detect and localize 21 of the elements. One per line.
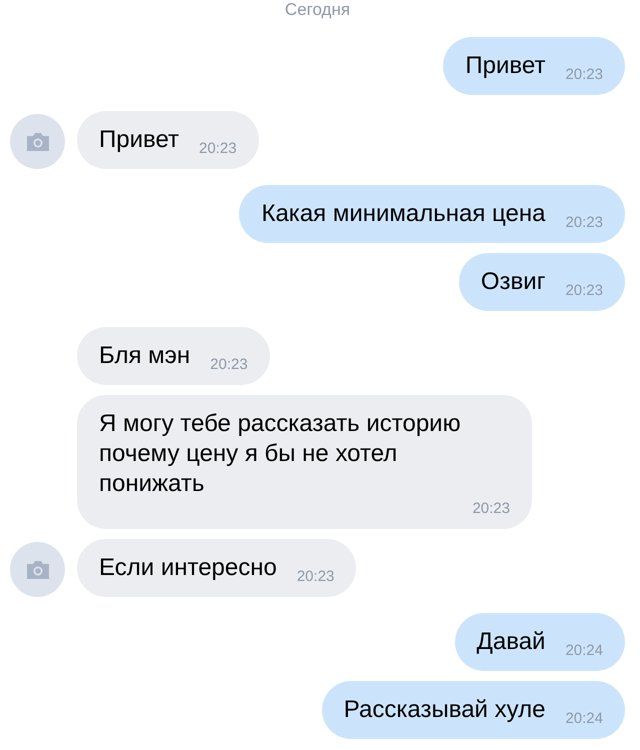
message-text: Привет bbox=[99, 125, 180, 155]
message-time: 20:23 bbox=[564, 213, 603, 233]
message-time: 20:23 bbox=[564, 281, 603, 301]
message-time: 20:23 bbox=[209, 355, 248, 375]
message-time: 20:23 bbox=[198, 139, 237, 159]
message-text: Какая минимальная цена bbox=[261, 199, 546, 229]
message-text: Бля мэн bbox=[99, 341, 190, 371]
camera-icon bbox=[24, 560, 50, 580]
message-text: Рассказывай хуле bbox=[344, 695, 546, 725]
message-time: 20:24 bbox=[564, 641, 603, 661]
message-time: 20:23 bbox=[564, 65, 603, 85]
date-header: Сегодня bbox=[284, 0, 350, 20]
message-text: Давай bbox=[476, 627, 546, 657]
message-time: 20:24 bbox=[564, 709, 603, 729]
message-time: 20:23 bbox=[471, 499, 510, 519]
message-text: Озвиг bbox=[480, 267, 546, 297]
message-text: Я могу тебе рассказать историю почему цену я бы не хотел понижать bbox=[99, 409, 462, 499]
camera-icon bbox=[24, 132, 50, 152]
message-text: Если интересно bbox=[99, 553, 277, 583]
message-text: Привет bbox=[465, 51, 546, 81]
message-time: 20:23 bbox=[296, 567, 334, 587]
